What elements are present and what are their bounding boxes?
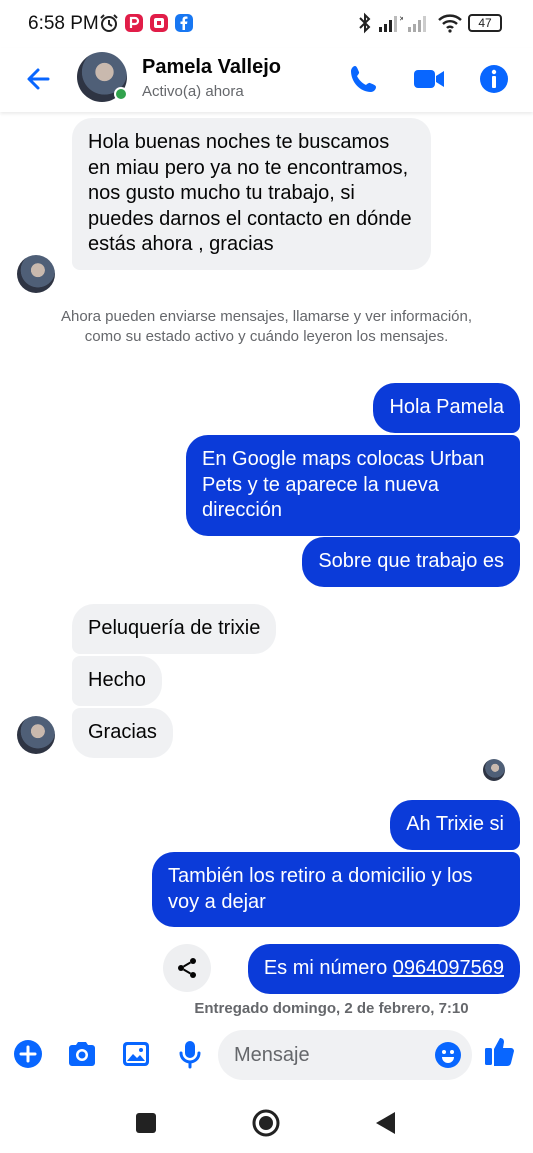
- seen-indicator-avatar: [483, 759, 505, 781]
- facebook-icon: [175, 14, 193, 32]
- wifi-icon: [438, 14, 462, 33]
- message-incoming[interactable]: Hola buenas noches te buscamos en miau p…: [72, 118, 431, 270]
- camera-icon[interactable]: [66, 1038, 98, 1070]
- system-notice: Ahora pueden enviarse mensajes, llamarse…: [60, 308, 473, 345]
- phone-number-link[interactable]: 0964097569: [393, 957, 504, 979]
- recents-icon[interactable]: [131, 1108, 161, 1138]
- online-indicator: [114, 87, 128, 101]
- video-icon[interactable]: [412, 62, 446, 96]
- gallery-icon[interactable]: [120, 1038, 152, 1070]
- message-outgoing[interactable]: Es mi número 0964097569: [247, 944, 520, 994]
- conversation-header: Pamela Vallejo Activo(a) ahora: [0, 48, 533, 112]
- app-notification-icon: [150, 14, 168, 32]
- message-outgoing[interactable]: Ah Trixie si: [390, 800, 520, 850]
- back-arrow-icon[interactable]: [22, 62, 56, 96]
- home-icon[interactable]: [251, 1108, 281, 1138]
- message-outgoing[interactable]: Sobre que trabajo es: [302, 537, 520, 587]
- plus-icon[interactable]: [12, 1038, 44, 1070]
- message-outgoing[interactable]: En Google maps colocas Urban Pets y te a…: [186, 435, 520, 536]
- status-time: 6:58 PM: [28, 13, 99, 34]
- message-outgoing[interactable]: Hola Pamela: [373, 383, 520, 433]
- navigation-bar: [0, 1090, 533, 1153]
- contact-name[interactable]: Pamela Vallejo: [142, 56, 281, 79]
- battery-level: 47: [478, 16, 492, 30]
- delivery-status: Entregado domingo, 2 de febrero, 7:10: [194, 1000, 469, 1017]
- bluetooth-icon: [359, 12, 371, 34]
- app-notification-icon: [125, 14, 143, 32]
- info-icon[interactable]: [477, 62, 511, 96]
- contact-status: Activo(a) ahora: [142, 83, 244, 100]
- signal-2-icon: [408, 16, 426, 32]
- microphone-icon[interactable]: [174, 1038, 206, 1070]
- share-button[interactable]: [163, 944, 211, 992]
- share-icon: [178, 958, 196, 978]
- phone-icon[interactable]: [347, 62, 381, 96]
- message-incoming[interactable]: Hecho: [72, 656, 162, 706]
- svg-text:✕: ✕: [399, 16, 403, 23]
- message-outgoing[interactable]: También los retiro a domicilio y los voy…: [152, 852, 520, 927]
- alarm-icon: [100, 14, 118, 32]
- composer-bar: [0, 1028, 533, 1086]
- signal-icon: ✕: [379, 16, 403, 32]
- message-text: Es mi número: [263, 957, 393, 979]
- avatar[interactable]: [77, 52, 128, 102]
- thumbs-up-icon[interactable]: [483, 1034, 517, 1068]
- message-incoming[interactable]: Gracias: [72, 708, 173, 758]
- message-incoming[interactable]: Peluquería de trixie: [72, 604, 277, 654]
- back-nav-icon[interactable]: [371, 1108, 401, 1138]
- sender-avatar[interactable]: [17, 716, 55, 754]
- emoji-icon[interactable]: [434, 1041, 462, 1069]
- status-bar: 6:58 PM ✕ 47: [0, 0, 533, 48]
- battery-icon: 47: [468, 14, 502, 32]
- sender-avatar[interactable]: [17, 255, 55, 293]
